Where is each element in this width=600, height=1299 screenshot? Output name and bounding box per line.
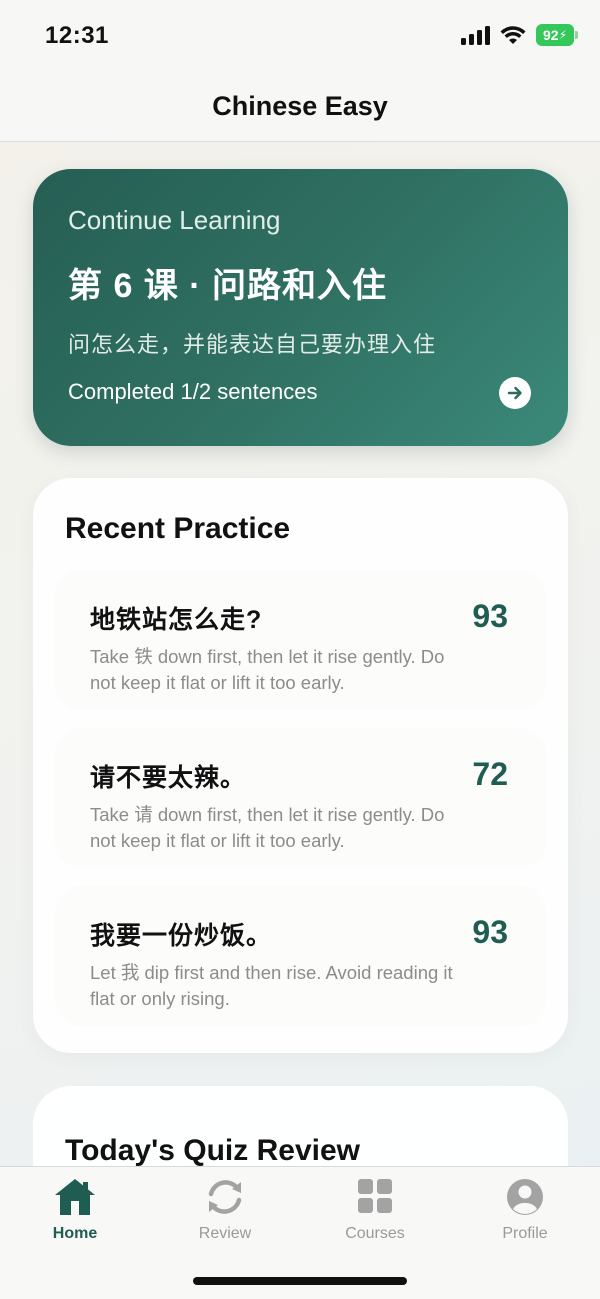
lesson-progress: Completed 1/2 sentences: [68, 379, 318, 404]
list-item[interactable]: 请不要太辣。 Take 请 down first, then let it ri…: [55, 728, 546, 868]
lesson-description: 问怎么走，并能表达自己要办理入住: [68, 332, 437, 357]
status-bar: 12:31 92 ⚡: [0, 0, 600, 72]
practice-sentence: 我要一份炒饭。: [90, 922, 273, 950]
practice-sentence: 地铁站怎么走?: [90, 606, 263, 634]
recent-practice-title: Recent Practice: [65, 512, 291, 545]
tab-courses[interactable]: Courses: [320, 1177, 430, 1243]
practice-score: 93: [472, 914, 508, 950]
recent-practice-card: Recent Practice 地铁站怎么走? Take 铁 down firs…: [33, 478, 568, 1053]
practice-hint: Take 请 down first, then let it rise gent…: [90, 804, 445, 851]
list-item[interactable]: 我要一份炒饭。 Let 我 dip first and then rise. A…: [55, 886, 546, 1026]
refresh-icon: [208, 1180, 242, 1214]
page-title: Chinese Easy: [212, 91, 388, 121]
home-indicator: [193, 1277, 407, 1285]
home-icon: [55, 1179, 95, 1215]
list-item[interactable]: 地铁站怎么走? Take 铁 down first, then let it r…: [55, 570, 546, 710]
practice-sentence: 请不要太辣。: [90, 764, 247, 792]
tab-label: Home: [52, 1225, 98, 1242]
practice-hint: Let 我 dip first and then rise. Avoid rea…: [90, 962, 453, 1009]
practice-score: 93: [472, 598, 508, 634]
quiz-review-title: Today's Quiz Review: [65, 1134, 360, 1167]
continue-learning-label: Continue Learning: [68, 205, 281, 235]
lesson-title: 第 6 课 · 问路和入住: [68, 267, 388, 305]
navigation-bar: Chinese Easy: [0, 72, 600, 142]
tab-profile[interactable]: Profile: [470, 1177, 580, 1243]
signal-icon: [461, 25, 490, 45]
tab-label: Profile: [502, 1225, 548, 1242]
wifi-icon: [500, 26, 526, 44]
tab-review[interactable]: Review: [170, 1177, 280, 1243]
arrow-right-icon[interactable]: [499, 377, 531, 409]
status-icons: 92 ⚡: [461, 24, 578, 46]
practice-hint: Take 铁 down first, then let it rise gent…: [90, 646, 445, 693]
status-time: 12:31: [45, 22, 109, 49]
tab-home[interactable]: Home: [20, 1177, 130, 1243]
person-icon: [507, 1179, 543, 1215]
battery-icon: 92 ⚡: [536, 24, 578, 46]
continue-learning-card[interactable]: Continue Learning 第 6 课 · 问路和入住 问怎么走，并能表…: [33, 169, 568, 446]
practice-score: 72: [472, 756, 508, 792]
battery-level: 92: [542, 27, 559, 43]
tab-label: Review: [198, 1225, 252, 1242]
grid-icon: [358, 1179, 392, 1213]
tab-label: Courses: [345, 1225, 405, 1242]
